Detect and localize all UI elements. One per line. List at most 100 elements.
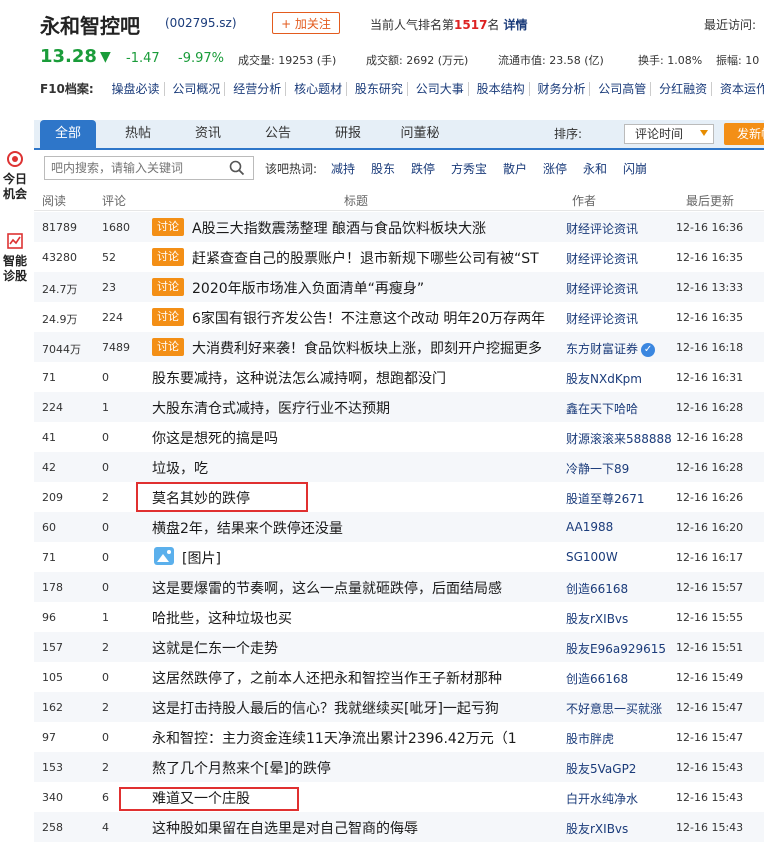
table-row: 24.9万 224 讨论 6家国有银行齐发公告！不注意这个改动 明年20万存两年… [34, 302, 764, 332]
post-title[interactable]: 横盘2年，结果来个跌停还没量 [152, 518, 343, 538]
post-author[interactable]: 东方财富证券 ✓ [566, 340, 656, 357]
f10-link[interactable]: 股东研究 [350, 82, 408, 96]
post-author[interactable]: 鑫在天下哈哈 [566, 400, 638, 417]
post-author[interactable]: 财经评论资讯 [566, 250, 638, 267]
post-time: 12-16 15:49 [676, 671, 744, 684]
hot-word[interactable]: 股东 [371, 160, 395, 177]
table-row: 97 0 永和智控：主力资金连续11天净流出累计2396.42万元（1 股市胖虎… [34, 722, 764, 752]
bar-title: 永和智控吧 [40, 14, 140, 38]
post-title[interactable]: 这种股如果留在自选里是对自己智商的侮辱 [152, 818, 418, 838]
post-author[interactable]: 股道至尊2671 [566, 490, 645, 507]
tab-announcements[interactable]: 公告 [248, 120, 308, 148]
post-author[interactable]: 创造66168 [566, 580, 628, 597]
f10-link[interactable]: 股本结构 [472, 82, 530, 96]
f10-link[interactable]: 资本运作 [715, 82, 764, 96]
hot-word[interactable]: 方秀宝 [451, 160, 487, 177]
comment-count: 2 [102, 491, 109, 504]
chart-icon [7, 233, 23, 249]
post-author[interactable]: 股友E96a929615 [566, 640, 666, 657]
post-author[interactable]: 财经评论资讯 [566, 310, 638, 327]
sort-select[interactable]: 评论时间 [624, 124, 714, 144]
f10-link[interactable]: 财务分析 [533, 82, 591, 96]
tab-all[interactable]: 全部 [40, 120, 96, 148]
rank-detail-link[interactable]: 详情 [503, 18, 527, 32]
f10-link[interactable]: 核心题材 [290, 82, 348, 96]
follow-button[interactable]: + 加关注 [272, 12, 340, 34]
post-title[interactable]: 这是打击持股人最后的信心？我就继续买[呲牙]一起亏狗 [152, 698, 499, 718]
post-author[interactable]: AA1988 [566, 520, 613, 534]
tab-hot[interactable]: 热帖 [108, 120, 168, 148]
col-comments: 评论 [102, 194, 127, 208]
comment-count: 0 [102, 671, 109, 684]
hot-word[interactable]: 涨停 [543, 160, 567, 177]
new-post-button[interactable]: 发新帖 [724, 123, 764, 145]
discussion-badge: 讨论 [152, 278, 184, 296]
f10-link[interactable]: 操盘必读 [107, 82, 165, 96]
tab-ask-secretary[interactable]: 问董秘 [388, 120, 452, 148]
post-author[interactable]: 财经评论资讯 [566, 220, 638, 237]
search-icon[interactable] [229, 160, 245, 176]
post-title[interactable]: A股三大指数震荡整理 酿酒与食品饮料板块大涨 [192, 218, 486, 238]
smart-diagnosis-button[interactable]: 智能 诊股 [0, 232, 30, 284]
post-author[interactable]: SG100W [566, 550, 618, 564]
rank-number: 1517 [454, 18, 488, 32]
today-opportunity-button[interactable]: 今日 机会 [0, 150, 30, 202]
f10-link[interactable]: 分红融资 [655, 82, 713, 96]
side-label: 诊股 [2, 269, 27, 283]
post-time: 12-16 16:28 [676, 401, 744, 414]
post-title[interactable]: 这是要爆雷的节奏啊，这么一点量就砸跌停，后面结局感 [152, 578, 502, 598]
read-count: 258 [42, 821, 63, 834]
tab-research[interactable]: 研报 [318, 120, 378, 148]
f10-link[interactable]: 公司概况 [168, 82, 226, 96]
search-input[interactable] [51, 158, 221, 178]
discussion-badge: 讨论 [152, 338, 184, 356]
post-title[interactable]: 永和智控：主力资金连续11天净流出累计2396.42万元（1 [152, 728, 517, 748]
post-title[interactable]: 6家国有银行齐发公告！不注意这个改动 明年20万存两年 [192, 308, 545, 328]
post-title[interactable]: 你这是想死的搞是吗 [152, 428, 278, 448]
post-author[interactable]: 股友5VaGP2 [566, 760, 636, 777]
sort-label: 排序: [554, 127, 583, 141]
post-title[interactable]: 这就是仁东一个走势 [152, 638, 278, 658]
price-change: -1.47 [126, 51, 160, 66]
post-author[interactable]: 创造66168 [566, 670, 628, 687]
post-author[interactable]: 财源滚滚来588888 [566, 430, 672, 447]
post-title[interactable]: 2020年版市场准入负面清单“再瘦身” [192, 278, 424, 298]
post-author[interactable]: 股友rXIBvs [566, 820, 628, 837]
post-title[interactable]: 大股东清仓式减持，医疗行业不达预期 [152, 398, 390, 418]
tab-bar: 全部 热帖 资讯 公告 研报 问董秘 排序: 评论时间 发新帖 [34, 120, 764, 150]
f10-link[interactable]: 经营分析 [229, 82, 287, 96]
hot-word[interactable]: 闪崩 [623, 160, 647, 177]
post-author[interactable]: 冷静一下89 [566, 460, 629, 477]
post-title[interactable]: 哈批些，这种垃圾也买 [152, 608, 292, 628]
post-title[interactable]: [图片] [182, 548, 221, 568]
stock-code-link[interactable]: (002795.sz) [165, 16, 237, 30]
table-row: 224 1 大股东清仓式减持，医疗行业不达预期 鑫在天下哈哈 12-16 16:… [34, 392, 764, 422]
rank-suffix: 名 [487, 18, 500, 32]
f10-link[interactable]: 公司大事 [411, 82, 469, 96]
post-author[interactable]: 财经评论资讯 [566, 280, 638, 297]
post-title[interactable]: 赶紧查查自己的股票账户！退市新规下哪些公司有被“ST [192, 248, 539, 268]
comment-count: 2 [102, 641, 109, 654]
recent-visits-label: 最近访问: [704, 18, 757, 32]
post-title[interactable]: 熬了几个月熬来个[晕]的跌停 [152, 758, 331, 778]
stock-price: 13.28 [40, 46, 97, 67]
post-title[interactable]: 垃圾，吃 [152, 458, 208, 478]
post-title[interactable]: 这居然跌停了，之前本人还把永和智控当作王子新材那种 [152, 668, 502, 688]
post-author[interactable]: 股友NXdKpm [566, 370, 642, 387]
post-title[interactable]: 大消费利好来袭！食品饮料板块上涨，即刻开户挖掘更多 [192, 338, 542, 358]
table-row: 71 0 股东要减持，这种说法怎么减持啊，想跑都没门 股友NXdKpm 12-1… [34, 362, 764, 392]
post-time: 12-16 15:47 [676, 701, 744, 714]
f10-link[interactable]: 公司高管 [594, 82, 652, 96]
post-title[interactable]: 股东要减持，这种说法怎么减持啊，想跑都没门 [152, 368, 446, 388]
post-author[interactable]: 不好意思一买就涨 [566, 700, 662, 717]
tab-news[interactable]: 资讯 [178, 120, 238, 148]
search-box [44, 156, 254, 180]
highlight-box [119, 787, 299, 811]
post-author[interactable]: 白开水纯净水 [566, 790, 638, 807]
post-author[interactable]: 股市胖虎 [566, 730, 614, 747]
post-author[interactable]: 股友rXIBvs [566, 610, 628, 627]
hot-word[interactable]: 减持 [331, 160, 355, 177]
hot-word[interactable]: 散户 [503, 160, 527, 177]
hot-word[interactable]: 永和 [583, 160, 607, 177]
hot-word[interactable]: 跌停 [411, 160, 435, 177]
